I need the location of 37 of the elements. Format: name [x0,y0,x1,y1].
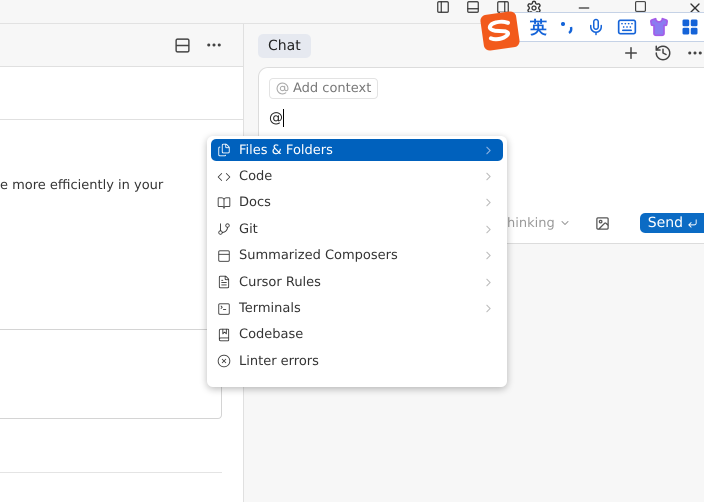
menu-item[interactable]: Docs [211,192,503,214]
keyboard-icon[interactable] [617,17,637,37]
add-context-button[interactable]: Add context [269,78,378,99]
linter-icon [217,354,231,368]
files-icon [217,143,231,158]
editor-text: e more efficiently in your [0,178,164,193]
chat-input[interactable]: @ [269,109,284,127]
menu-item[interactable]: Codebase [211,324,503,346]
ime-language-toggle[interactable]: 英 [530,16,547,38]
enter-key-icon [687,218,698,228]
composer-icon [217,248,231,263]
sidebar-toggle-icon[interactable] [496,0,510,14]
send-button[interactable]: Send [640,213,704,233]
microphone-icon[interactable] [587,18,605,36]
menu-item[interactable]: Linter errors [211,350,503,373]
at-sign-icon [276,82,289,95]
menu-item[interactable]: Code [211,165,503,188]
shirt-icon[interactable] [649,17,669,37]
panel-toggle-icon[interactable] [466,0,480,14]
menu-item[interactable]: Files & Folders [211,139,503,162]
history-icon[interactable] [654,44,672,62]
maximize-icon[interactable] [634,0,647,13]
docs-icon [217,196,231,210]
menu-item[interactable]: Git [211,218,503,241]
menu-item[interactable]: Summarized Composers [211,244,503,267]
split-editor-icon[interactable] [174,36,191,54]
image-icon[interactable] [594,216,610,230]
grid-icon[interactable] [681,18,699,36]
punctuation-icon[interactable] [559,19,575,35]
git-icon [217,222,231,236]
rules-icon [217,275,231,290]
terminal-icon [217,302,231,316]
codebase-icon [217,328,231,342]
menu-item[interactable]: Cursor Rules [211,270,503,294]
sidebar-toggle-icon[interactable] [436,0,450,14]
menu-item[interactable]: Terminals [211,297,503,320]
chat-tab[interactable]: Chat [258,34,311,58]
